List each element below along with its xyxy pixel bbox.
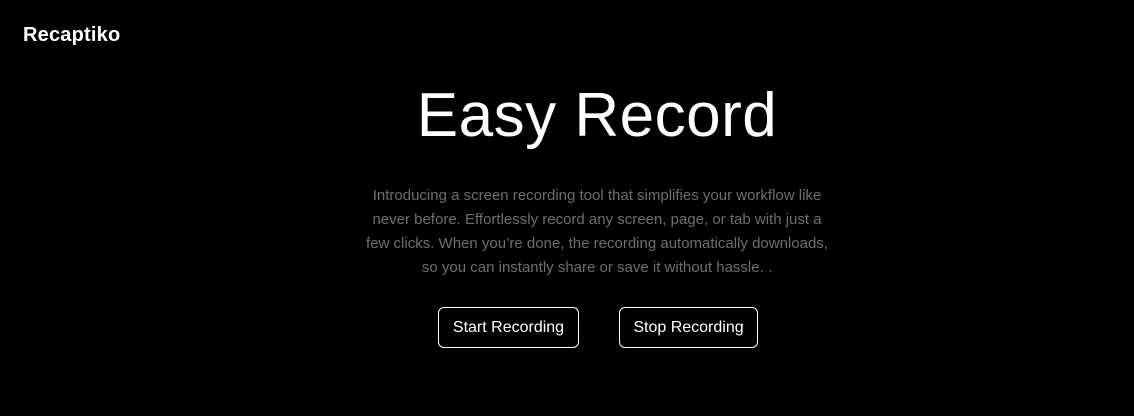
logo[interactable]: Recaptiko: [23, 24, 120, 47]
description-line: so you can instantly share or save it wi…: [421, 259, 773, 276]
start-recording-button[interactable]: Start Recording: [438, 307, 579, 348]
description-line: Introducing a screen recording tool that…: [372, 187, 822, 204]
page-title: Easy Record: [416, 81, 778, 150]
hero-description: Introducing a screen recording tool that…: [297, 184, 897, 280]
description-line: never before. Effortlessly record any sc…: [372, 211, 822, 228]
stop-recording-button[interactable]: Stop Recording: [619, 307, 758, 348]
description-line: few clicks. When you’re done, the record…: [366, 235, 828, 252]
